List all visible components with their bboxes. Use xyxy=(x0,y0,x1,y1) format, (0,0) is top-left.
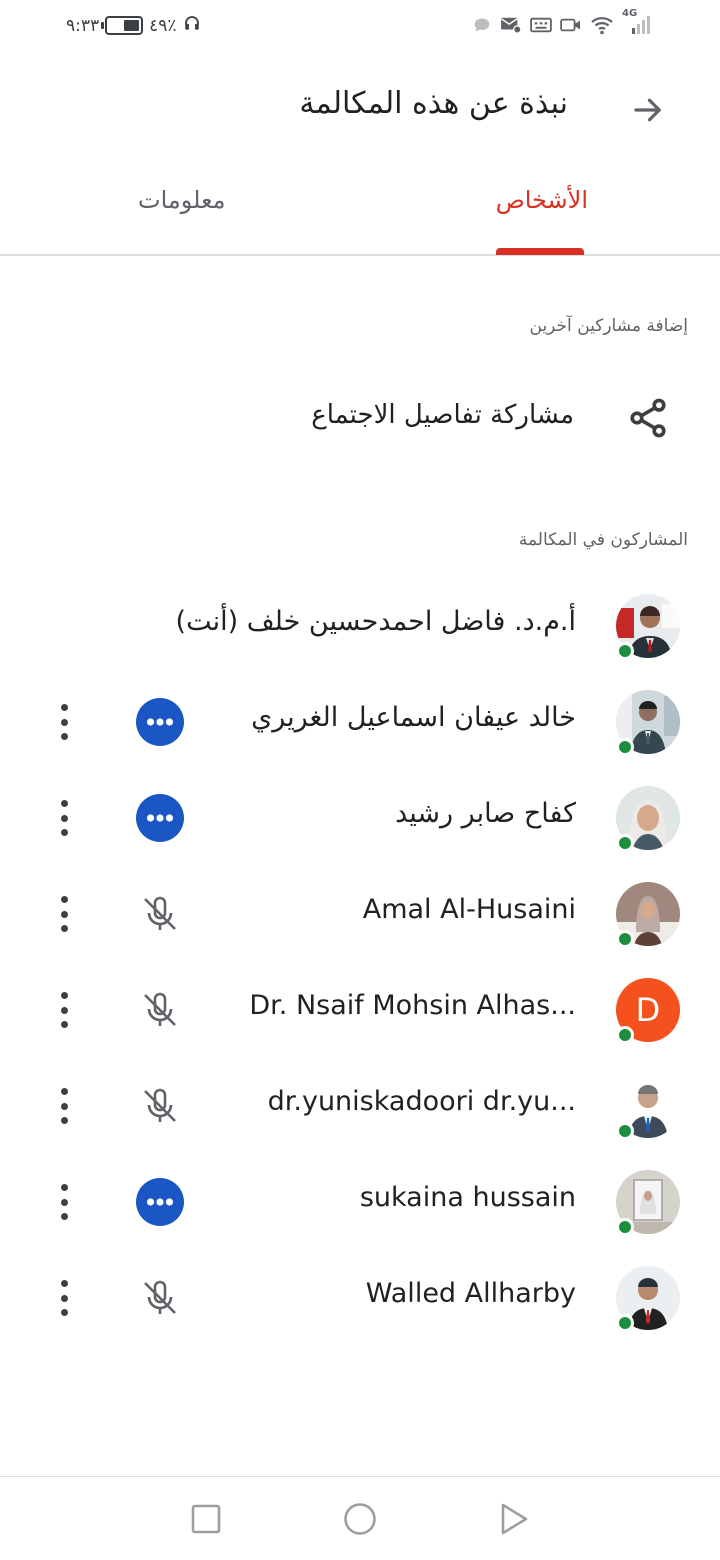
share-icon xyxy=(626,396,670,440)
online-status-dot xyxy=(616,1314,634,1332)
dot xyxy=(60,1088,68,1095)
keyboard-icon xyxy=(530,16,552,34)
share-meeting-details-row[interactable]: مشاركة تفاصيل الاجتماع xyxy=(0,372,720,468)
online-status-dot xyxy=(616,1122,634,1140)
online-status-dot xyxy=(616,834,634,852)
dot xyxy=(60,704,68,711)
recents-square-icon xyxy=(191,1504,221,1534)
dot xyxy=(60,829,68,836)
participant-menu-button[interactable] xyxy=(50,1180,78,1224)
participant-menu-button[interactable] xyxy=(50,796,78,840)
mic-off-icon xyxy=(136,890,184,938)
network-type: 4G xyxy=(622,8,638,19)
dot xyxy=(60,1117,68,1124)
participant-name: خالد عيفان اسماعيل الغريري xyxy=(251,702,576,733)
participant-row[interactable]: Walled Allharby xyxy=(0,1252,720,1348)
tab-info[interactable]: معلومات xyxy=(138,186,226,214)
battery-percent: ٤٩٪ xyxy=(149,15,177,36)
participant-menu-button[interactable] xyxy=(50,892,78,936)
online-status-dot xyxy=(616,930,634,948)
add-participants-heading: إضافة مشاركين آخرين xyxy=(529,316,689,336)
dot xyxy=(60,733,68,740)
participant-menu-button[interactable] xyxy=(50,1276,78,1320)
dot xyxy=(60,896,68,903)
home-circle-icon xyxy=(344,1503,376,1535)
chat-notification-icon xyxy=(472,16,492,34)
home-button[interactable] xyxy=(342,1501,378,1537)
online-status-dot xyxy=(616,1026,634,1044)
dot xyxy=(60,925,68,932)
participant-name: dr.yuniskadoori dr.yu... xyxy=(267,1086,576,1117)
participant-menu-button[interactable] xyxy=(50,700,78,744)
dot xyxy=(60,992,68,999)
wifi-icon xyxy=(590,15,614,35)
participant-name: كفاح صابر رشيد xyxy=(395,798,576,829)
mail-settings-icon xyxy=(500,16,522,34)
recents-button[interactable] xyxy=(188,1501,224,1537)
participant-name: sukaina hussain xyxy=(359,1182,576,1213)
dot xyxy=(60,1102,68,1110)
participant-name: Dr. Nsaif Mohsin Alhas... xyxy=(249,990,576,1021)
status-bar: ٩:٣٣ ٤٩٪ 4G xyxy=(0,0,720,56)
dot xyxy=(60,1213,68,1220)
back-button[interactable] xyxy=(626,88,670,132)
back-nav-button[interactable] xyxy=(496,1501,532,1537)
participant-row[interactable]: كفاح صابر رشيد xyxy=(0,772,720,868)
participant-row[interactable]: Amal Al-Husaini xyxy=(0,868,720,964)
dot xyxy=(60,910,68,918)
page-title: نبذة عن هذه المكالمة xyxy=(299,86,568,121)
dot xyxy=(60,1006,68,1014)
headset-icon xyxy=(183,14,201,37)
more-options-chip-icon[interactable] xyxy=(136,794,184,842)
more-options-chip-icon[interactable] xyxy=(136,1178,184,1226)
online-status-dot xyxy=(616,1218,634,1236)
mic-off-icon xyxy=(136,986,184,1034)
participant-menu-button[interactable] xyxy=(50,988,78,1032)
online-status-dot xyxy=(616,738,634,756)
dot xyxy=(60,1280,68,1287)
battery-icon xyxy=(101,16,144,35)
dot xyxy=(60,814,68,822)
participant-row[interactable]: sukaina hussain xyxy=(0,1156,720,1252)
video-icon xyxy=(560,16,582,34)
system-nav-bar xyxy=(0,1476,720,1560)
participant-row[interactable]: خالد عيفان اسماعيل الغريري xyxy=(0,676,720,772)
participant-row[interactable]: أ.م.د. فاضل احمدحسين خلف (أنت) xyxy=(0,580,720,676)
status-left: ٩:٣٣ ٤٩٪ xyxy=(66,14,201,37)
mic-off-icon xyxy=(136,1082,184,1130)
dot xyxy=(60,1294,68,1302)
dot xyxy=(60,1184,68,1191)
online-status-dot xyxy=(616,642,634,660)
status-right: 4G xyxy=(472,8,652,36)
signal-icon: 4G xyxy=(622,8,652,36)
participant-row[interactable]: dr.yuniskadoori dr.yu... xyxy=(0,1060,720,1156)
active-tab-indicator xyxy=(496,248,584,255)
more-options-chip-icon[interactable] xyxy=(136,698,184,746)
participants-heading: المشاركون في المكالمة xyxy=(518,530,688,550)
app-header: نبذة عن هذه المكالمة xyxy=(0,72,720,148)
mic-off-icon xyxy=(136,1274,184,1322)
tab-people[interactable]: الأشخاص xyxy=(496,186,588,214)
participant-name: أ.م.د. فاضل احمدحسين خلف (أنت) xyxy=(175,606,576,637)
participant-name: Amal Al-Husaini xyxy=(362,894,576,925)
dot xyxy=(60,800,68,807)
participant-menu-button[interactable] xyxy=(50,1084,78,1128)
dot xyxy=(60,1021,68,1028)
dot xyxy=(60,718,68,726)
participant-name: Walled Allharby xyxy=(365,1278,576,1309)
dot xyxy=(60,1309,68,1316)
participant-row[interactable]: D Dr. Nsaif Mohsin Alhas... xyxy=(0,964,720,1060)
share-meeting-details-label: مشاركة تفاصيل الاجتماع xyxy=(311,400,574,430)
battery-fill xyxy=(124,20,140,31)
arrow-forward-icon xyxy=(634,98,661,122)
back-triangle-icon xyxy=(501,1503,528,1535)
dot xyxy=(60,1198,68,1206)
clock: ٩:٣٣ xyxy=(66,15,100,36)
tab-bar: الأشخاص معلومات xyxy=(0,168,720,256)
